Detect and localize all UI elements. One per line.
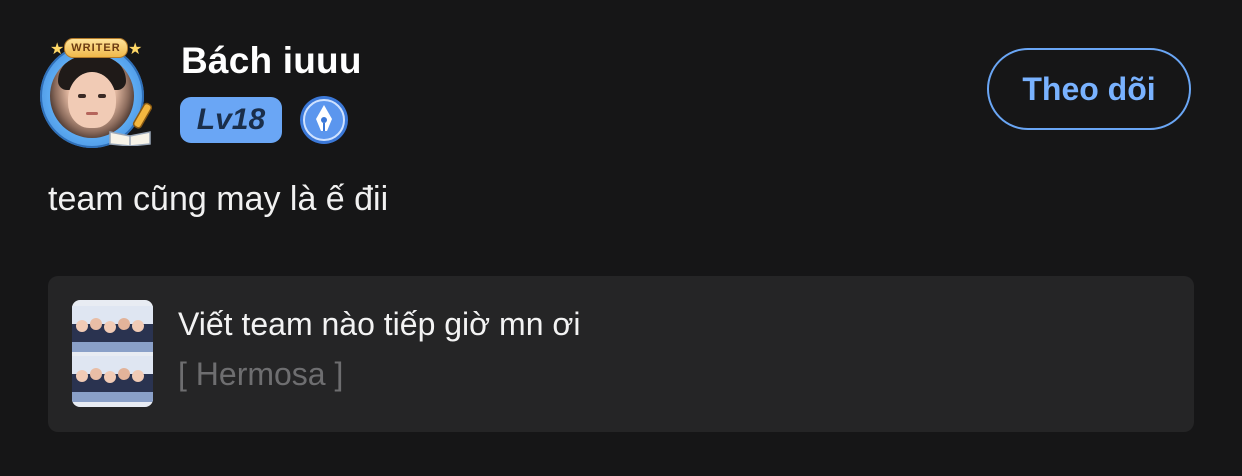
thumbnail-image (72, 306, 153, 352)
linked-post-card[interactable]: Viết team nào tiếp giờ mn ơi [ Hermosa ] (48, 276, 1194, 432)
linked-post-title: Viết team nào tiếp giờ mn ơi (178, 306, 581, 342)
star-icon: ★ (128, 41, 143, 58)
avatar-photo (50, 54, 134, 138)
writer-frame-badge: WRITER (64, 38, 128, 58)
level-badge: Lv18 (180, 97, 282, 143)
follow-button[interactable]: Theo dõi (987, 48, 1191, 130)
writer-level-icon (300, 96, 348, 144)
book-icon (109, 131, 151, 146)
star-icon: ★ (50, 41, 65, 58)
username[interactable]: Bách iuuu (181, 40, 362, 82)
linked-post-thumbnail (72, 300, 153, 407)
avatar[interactable]: ★ ★ WRITER (36, 38, 154, 148)
linked-post-subtitle: [ Hermosa ] (178, 356, 344, 392)
post-text: team cũng may là ế đii (48, 180, 389, 218)
thumbnail-image (72, 356, 153, 402)
